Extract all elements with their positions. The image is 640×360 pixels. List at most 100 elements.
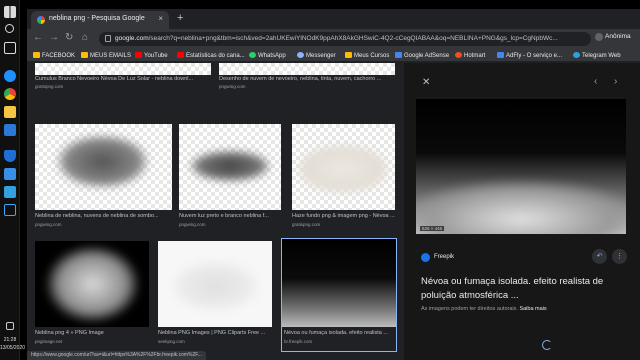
app-icon[interactable] — [4, 186, 16, 198]
result-tile[interactable]: Cumulus Branco Nevoeiro Névoa De Luz Sol… — [35, 63, 211, 89]
forward-arrow-icon[interactable]: → — [49, 32, 59, 43]
taskbar-time[interactable]: 21:28 — [0, 337, 20, 344]
messenger-icon — [297, 52, 304, 58]
address-bar[interactable]: google.com/search?q=neblina+png&tbm=isch… — [99, 32, 591, 46]
freepik-logo-icon — [421, 253, 430, 262]
store-icon[interactable] — [4, 124, 16, 136]
bookmark-hotmart[interactable]: Hotmart — [455, 52, 485, 59]
google-favicon-icon — [37, 16, 45, 24]
result-source: pngwing.com — [179, 222, 206, 227]
result-caption: Neblina PNG Images | PNG Cliparts Free .… — [158, 330, 266, 336]
taskbar-date[interactable]: 13/05/2020 — [0, 345, 25, 352]
folder-icon — [81, 52, 88, 58]
fog-shape — [45, 245, 140, 323]
mail-icon[interactable] — [4, 168, 16, 180]
loading-spinner-icon — [542, 340, 552, 350]
notification-icon[interactable] — [6, 322, 14, 330]
home-icon[interactable]: ⌂ — [82, 32, 88, 43]
tab-title: neblina png - Pesquisa Google — [49, 15, 145, 22]
bookmark-youtube[interactable]: YouTube — [135, 52, 168, 59]
result-source: gratispng.com — [292, 222, 321, 227]
address-url: google.com/search?q=neblina+png&tbm=isch… — [115, 35, 558, 42]
result-source: pngwing.com — [219, 84, 246, 89]
result-tile[interactable]: Nuvem luz preto e branco neblina f... pn… — [179, 124, 281, 234]
browser-window: neblina png - Pesquisa Google × + ← → ↻ … — [27, 9, 640, 360]
edge-icon[interactable] — [4, 70, 16, 82]
task-view-icon[interactable] — [4, 42, 16, 54]
close-icon[interactable]: ✕ — [422, 77, 430, 88]
search-icon[interactable] — [5, 24, 14, 33]
next-arrow-icon[interactable]: › — [614, 76, 617, 87]
result-thumbnail — [292, 124, 395, 210]
result-tile[interactable]: Desenho de nuvem de nevoeiro, neblina, t… — [219, 63, 395, 89]
folder-icon — [33, 52, 40, 58]
tab-strip: neblina png - Pesquisa Google × + — [27, 9, 640, 29]
fog-shape — [173, 261, 258, 311]
result-thumbnail — [158, 241, 272, 327]
tab-search[interactable]: neblina png - Pesquisa Google × — [31, 11, 169, 29]
bookmark-facebook[interactable]: FACEBOOK — [33, 52, 75, 59]
profile-label[interactable]: Anônima — [605, 33, 631, 40]
result-tile[interactable]: Neblina de neblina, nuvens de neblina de… — [35, 124, 172, 234]
result-caption: Neblina de neblina, nuvens de neblina de… — [35, 213, 159, 219]
image-preview-panel: ✕ ‹ › 626 × 446 Freepik ↶ ⋮ Névoa ou fum… — [404, 63, 640, 360]
hotmart-icon — [455, 52, 462, 58]
incognito-icon[interactable] — [595, 33, 603, 41]
previous-arrow-icon[interactable]: ‹ — [594, 76, 597, 87]
fog-shape — [297, 144, 389, 194]
bookmarks-bar: FACEBOOK MEUS EMAILS YouTube Estatística… — [27, 49, 640, 62]
result-tile-selected[interactable]: Névoa ou fumaça isolada. efeito realista… — [281, 238, 397, 352]
result-source: gratispng.com — [35, 84, 64, 89]
back-arrow-icon[interactable]: ← — [33, 32, 43, 43]
whatsapp-icon — [249, 52, 256, 58]
windows-logo-icon[interactable] — [4, 6, 16, 18]
result-tile[interactable]: Neblina PNG Images | PNG Cliparts Free .… — [158, 241, 272, 351]
youtube-icon — [177, 52, 184, 58]
result-source: pngwing.com — [35, 222, 62, 227]
result-caption: Cumulus Branco Nevoeiro Névoa De Luz Sol… — [35, 76, 194, 82]
image-results-grid: Cumulus Branco Nevoeiro Névoa De Luz Sol… — [27, 63, 402, 360]
adsense-icon — [395, 52, 402, 58]
settings-icon[interactable] — [4, 204, 16, 216]
bookmark-messenger[interactable]: Messenger — [297, 52, 336, 59]
result-source: pngimage.net — [35, 339, 63, 344]
tab-close-icon[interactable]: × — [158, 14, 163, 23]
more-options-icon[interactable]: ⋮ — [612, 249, 627, 264]
result-thumbnail — [282, 239, 396, 327]
bookmark-adsense[interactable]: Google AdSense — [395, 52, 449, 59]
file-explorer-icon[interactable] — [4, 106, 16, 118]
share-icon[interactable]: ↶ — [592, 249, 607, 264]
windows-taskbar: 21:28 13/05/2020 — [0, 0, 25, 360]
new-tab-button[interactable]: + — [177, 12, 183, 24]
preview-source[interactable]: Freepik — [434, 254, 454, 260]
preview-title[interactable]: Névoa ou fumaça isolada. efeito realista… — [421, 275, 631, 303]
preview-image[interactable]: 626 × 446 — [416, 99, 626, 234]
search-results-page: Cumulus Branco Nevoeiro Névoa De Luz Sol… — [27, 63, 640, 360]
learn-more-link[interactable]: Saiba mais — [519, 306, 546, 312]
copyright-note: As imagens podem ter direitos autorais. … — [421, 306, 547, 312]
result-thumbnail — [35, 124, 172, 210]
result-tile[interactable]: Haze fundo png & imagem png - Névoa ... … — [292, 124, 395, 234]
result-tile[interactable]: Neblina png 4 » PNG Image pngimage.net — [35, 241, 149, 351]
desktop: 21:28 13/05/2020 neblina png - Pesquisa … — [0, 0, 640, 360]
bookmark-whatsapp[interactable]: WhatsApp — [249, 52, 286, 59]
lock-icon — [105, 35, 111, 42]
bookmark-adfly[interactable]: AdFly - O serviço e... — [497, 52, 562, 59]
image-size: 626 × 446 — [420, 226, 445, 231]
result-caption: Desenho de nuvem de nevoeiro, neblina, t… — [219, 76, 382, 82]
result-thumbnail — [35, 63, 211, 75]
result-thumbnail — [35, 241, 149, 327]
fog-shape — [55, 134, 150, 189]
chrome-icon[interactable] — [4, 88, 16, 100]
shield-icon[interactable] — [4, 150, 16, 162]
bookmark-meus-emails[interactable]: MEUS EMAILS — [81, 52, 131, 59]
bookmark-meus-cursos[interactable]: Meus Cursos — [345, 52, 389, 59]
adfly-icon — [497, 52, 504, 58]
result-caption: Neblina png 4 » PNG Image — [35, 330, 104, 336]
reload-icon[interactable]: ↻ — [65, 32, 73, 43]
bookmark-estatisticas[interactable]: Estatísticas do cana... — [177, 52, 245, 59]
link-status-bar: https://www.google.com/url?sa=i&url=http… — [27, 351, 206, 360]
result-caption: Névoa ou fumaça isolada. efeito realista… — [284, 330, 388, 336]
bookmark-telegram[interactable]: Telegram Web — [573, 52, 621, 59]
telegram-icon — [573, 52, 580, 58]
